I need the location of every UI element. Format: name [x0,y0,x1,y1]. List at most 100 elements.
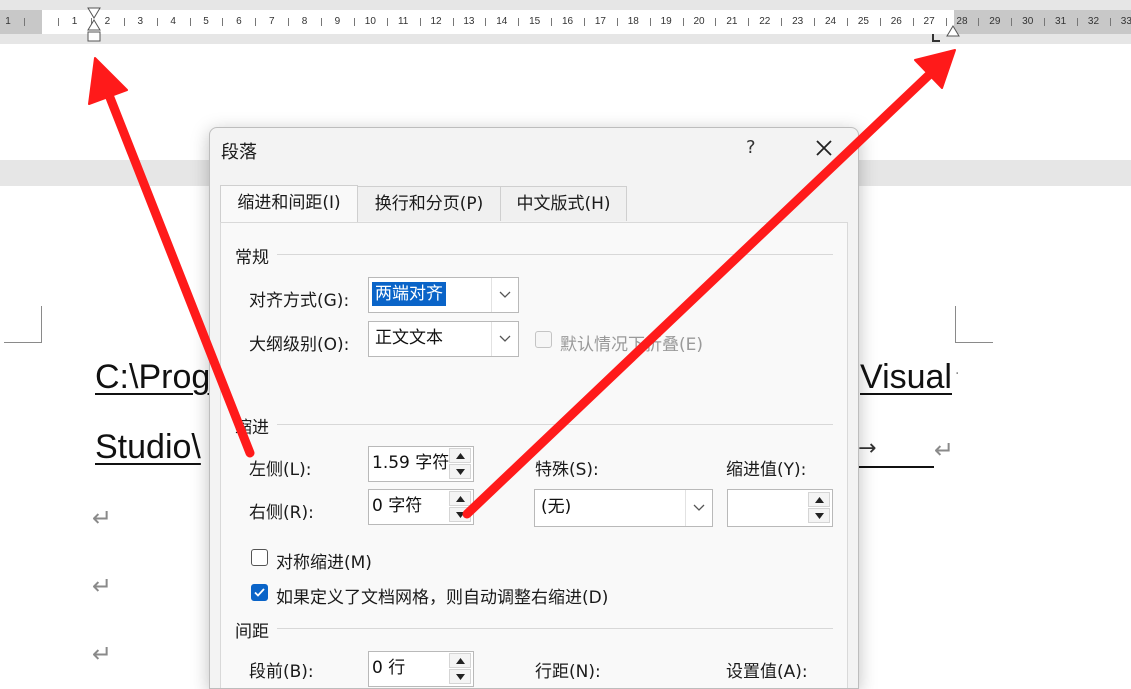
left-indent-value: 1.59 字符 [372,453,450,473]
outline-level-value: 正文文本 [375,328,443,348]
section-divider [277,424,833,425]
ruler-tick [386,18,388,26]
auto-adjust-right-indent-label: 如果定义了文档网格，则自动调整右缩进(D) [276,588,609,608]
spacing-before-spinner[interactable]: 0 行 [368,651,474,687]
ruler-number: 5 [203,16,209,27]
tab-line-and-page-breaks[interactable]: 换行和分页(P) [357,186,501,221]
horizontal-ruler[interactable]: 1 1 2 3 4 5 6 7 8 9 10 11 12 13 14 15 16 17 18 19 20 21 22 23 24… [0,0,1131,44]
document-text-line1-left[interactable]: C:\Prog [95,358,210,397]
spacing-before-value: 0 行 [372,658,406,678]
ruler-tick [288,18,290,26]
line-spacing-at-label: 设置值(A): [726,662,808,682]
collapse-by-default-checkbox[interactable] [535,331,552,348]
right-indent-marker[interactable] [945,24,961,40]
close-icon [816,140,832,156]
spin-up-button[interactable] [808,492,830,507]
ruler-tick [222,18,224,26]
auto-adjust-right-indent-checkbox[interactable] [251,584,268,601]
spin-down-button[interactable] [449,507,471,522]
spin-up-button[interactable] [449,491,471,506]
indent-by-spinner[interactable] [727,489,833,527]
triangle-up-icon [455,657,465,664]
ruler-tick [715,18,717,26]
ruler-number: 31 [1055,16,1067,27]
special-indent-value: (无) [541,497,572,517]
ruler-number: 19 [660,16,672,27]
ruler-number: 1 [71,16,78,27]
ruler-number: 22 [759,16,771,27]
collapse-by-default-label: 默认情况下折叠(E) [560,335,704,355]
ruler-tick [156,18,158,26]
chevron-down-icon[interactable] [685,490,712,526]
alignment-select[interactable]: 两端对齐 [368,277,519,313]
space-mark: · [955,366,960,382]
ruler-number: 6 [236,16,242,27]
chevron-down-icon[interactable] [491,322,518,356]
ruler-number: 11 [397,16,409,27]
outline-level-label: 大纲级别(O): [249,335,350,355]
triangle-up-icon [455,495,465,502]
tab-stop-marker[interactable] [932,28,942,47]
ruler-tick [452,18,454,26]
triangle-up-icon [455,452,465,459]
ruler-number: 4 [170,16,176,27]
tab-asian-typography[interactable]: 中文版式(H) [500,186,627,221]
spin-down-button[interactable] [808,508,830,523]
outline-level-select[interactable]: 正文文本 [368,321,519,357]
ruler-tick [24,18,25,26]
help-button[interactable]: ? [746,137,756,158]
ruler-number: 10 [364,16,376,27]
ruler-tick [321,18,323,26]
section-indentation-label: 缩进 [235,418,269,438]
ruler-tick [649,18,651,26]
crop-mark-right [955,306,993,343]
right-indent-label: 右侧(R): [249,503,314,523]
document-text-line1-right[interactable]: Visual [860,358,952,397]
indent-by-label: 缩进值(Y): [726,460,807,480]
left-indent-spinner[interactable]: 1.59 字符 [368,446,474,482]
left-indent-marker[interactable] [86,6,102,44]
ruler-tick [1109,18,1111,26]
ruler-number: 14 [496,16,508,27]
crop-mark-left [4,306,42,343]
ruler-tick [1077,18,1079,26]
ruler-tick [419,18,421,26]
ruler-number: 16 [561,16,574,27]
triangle-down-icon [455,511,465,518]
left-indent-label: 左侧(L): [249,460,312,480]
close-button[interactable] [810,137,838,161]
triangle-down-icon [814,512,824,519]
right-indent-spinner[interactable]: 0 字符 [368,489,474,525]
spin-up-button[interactable] [449,653,471,668]
triangle-down-icon [455,673,465,680]
chevron-down-icon[interactable] [491,278,518,312]
spin-down-button[interactable] [449,464,471,479]
tab-panel-indents-and-spacing: 常规 对齐方式(G): 两端对齐 大纲级别(O): 正文文本 默认情况下折叠(E… [220,222,848,688]
ruler-tick [353,18,355,26]
paragraph-mark: ↵ [934,436,955,464]
paragraph-mark: ↵ [92,640,113,668]
mirror-indents-label: 对称缩进(M) [276,553,372,573]
ruler-number: 29 [989,16,1001,27]
spin-down-button[interactable] [449,669,471,684]
ruler-number: 32 [1087,16,1100,27]
dialog-title: 段落 [221,142,257,163]
ruler-tick [255,18,257,26]
section-divider [277,254,833,255]
ruler-number: 17 [594,16,606,27]
special-indent-select[interactable]: (无) [534,489,713,527]
ruler-tick [1011,18,1013,26]
spin-up-button[interactable] [449,448,471,463]
checkmark-icon [254,588,265,597]
tab-arrow-mark: → [858,436,877,461]
ruler-tick [583,18,585,26]
special-indent-label: 特殊(S): [535,460,599,480]
tab-underline [858,466,934,468]
ruler-number: 18 [627,16,639,27]
ruler-tick [978,18,980,26]
mirror-indents-checkbox[interactable] [251,549,268,566]
spacing-before-label: 段前(B): [249,662,314,682]
document-text-line2-left[interactable]: Studio\ [95,428,201,467]
section-general-label: 常规 [235,248,269,268]
tab-indents-and-spacing[interactable]: 缩进和间距(I) [220,185,358,222]
